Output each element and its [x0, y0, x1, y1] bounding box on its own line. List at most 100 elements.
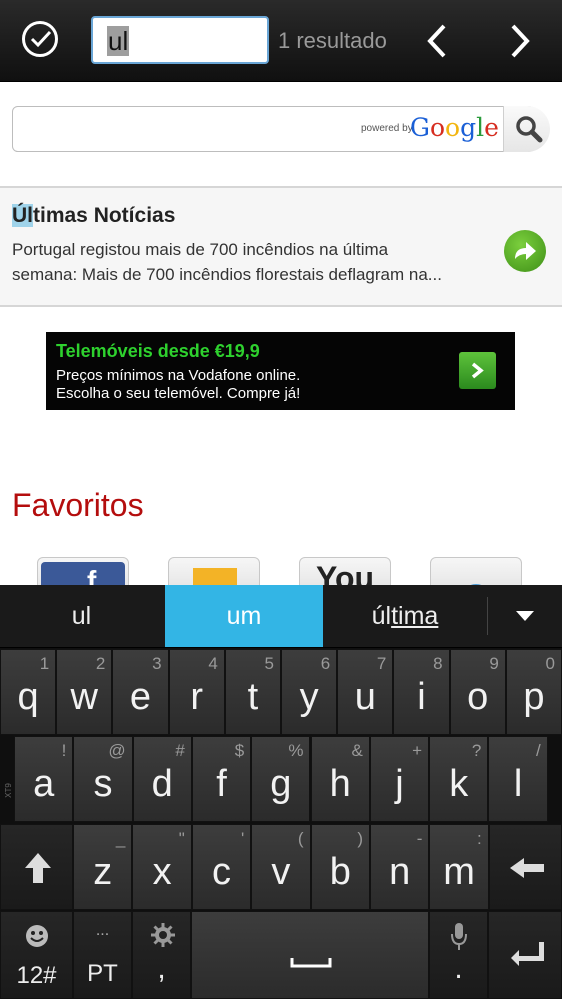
key-label: g: [270, 763, 292, 805]
key-label: q: [17, 676, 39, 718]
xt9-indicator: XT9: [0, 736, 14, 822]
suggestion-1[interactable]: ul: [0, 585, 163, 647]
key-label: m: [443, 851, 475, 893]
find-result-count: 1 resultado: [278, 28, 387, 53]
find-input[interactable]: ul: [91, 16, 269, 64]
ad-line-2: Escolha o seu telemóvel. Compre já!: [56, 385, 301, 402]
key-secondary-label: _: [115, 829, 126, 848]
key-label: s: [93, 763, 113, 805]
key-t[interactable]: 5t: [224, 649, 281, 735]
key-j[interactable]: + j: [369, 736, 430, 822]
key-label: f: [216, 763, 227, 805]
suggestion-expand-button[interactable]: [488, 585, 562, 647]
suggestion-3[interactable]: última: [325, 585, 485, 647]
key-v[interactable]: (v: [251, 824, 311, 910]
key-label: c: [211, 851, 231, 893]
keyboard-row-3: _ z " x ' c(v) b - n: m: [0, 824, 562, 910]
vodafone-ad-banner[interactable]: Telemóveis desde €19,9 Preços mínimos na…: [46, 332, 515, 410]
key-secondary-label: &: [351, 741, 363, 760]
backspace-arrow-icon: [510, 858, 544, 878]
period-key[interactable]: .: [429, 911, 488, 999]
news-block[interactable]: Últimas Notícias Portugal registou mais …: [0, 186, 562, 307]
ad-title: Telemóveis desde €19,9: [56, 341, 260, 361]
suggestion-3-prefix: úl: [371, 602, 392, 630]
enter-key[interactable]: [488, 911, 562, 999]
key-k[interactable]: ? k: [429, 736, 489, 822]
language-key[interactable]: ... PT: [73, 911, 132, 999]
key-label: l: [513, 763, 523, 805]
chevron-right-icon: [471, 362, 484, 379]
key-m[interactable]: :m: [429, 824, 489, 910]
keyboard-row-1: 1q2w3e4r5t6y7u8i9o0p: [0, 649, 562, 735]
triangle-down-icon: [516, 611, 534, 621]
key-secondary-label: -: [416, 829, 423, 848]
key-q[interactable]: 1q: [0, 649, 57, 735]
suggestion-bar: ul um última: [0, 585, 562, 648]
keyboard-row-2: ! a @ s # d $ f% g & h + j? k / l: [0, 736, 562, 822]
chevron-left-icon[interactable]: [422, 22, 456, 60]
key-e[interactable]: 3e: [112, 649, 169, 735]
key-z[interactable]: _ z: [73, 824, 133, 910]
key-label: z: [93, 851, 113, 893]
numbers-key[interactable]: 12#: [0, 911, 73, 999]
ad-arrow-button[interactable]: [459, 352, 496, 389]
search-button[interactable]: [503, 106, 550, 152]
key-w[interactable]: 2w: [56, 649, 113, 735]
key-h[interactable]: & h: [310, 736, 370, 822]
suggestion-2[interactable]: um: [165, 585, 323, 647]
shift-key[interactable]: [0, 824, 73, 910]
key-label: t: [247, 676, 259, 718]
smiley-icon: [26, 925, 48, 947]
key-label: v: [271, 851, 291, 893]
favorites-heading: Favoritos: [12, 487, 144, 523]
key-label: e: [129, 676, 152, 718]
key-n[interactable]: -n: [370, 824, 430, 910]
key-label: x: [152, 851, 172, 893]
key-secondary-label: ?: [471, 741, 482, 760]
key-secondary-label: #: [175, 741, 185, 760]
key-i[interactable]: 8i: [393, 649, 450, 735]
google-search-box[interactable]: powered by Google: [12, 106, 550, 152]
key-secondary-label: ): [357, 829, 363, 848]
space-key[interactable]: [191, 911, 429, 999]
key-secondary-label: ": [178, 829, 185, 848]
key-g[interactable]: % g: [251, 736, 311, 822]
find-highlight: Úl: [12, 204, 33, 227]
key-s[interactable]: @ s: [73, 736, 133, 822]
ad-line-1: Preços mínimos na Vodafone online.: [56, 367, 301, 384]
key-secondary-label: 3: [152, 654, 162, 673]
comma-label: ,: [157, 952, 166, 985]
microphone-icon: [451, 923, 467, 950]
key-d[interactable]: # d: [132, 736, 192, 822]
key-label: a: [33, 763, 55, 805]
key-r[interactable]: 4r: [168, 649, 225, 735]
key-label: n: [389, 851, 411, 893]
key-a[interactable]: ! a: [14, 736, 74, 822]
news-title[interactable]: Últimas Notícias: [12, 204, 175, 228]
key-u[interactable]: 7u: [337, 649, 394, 735]
key-b[interactable]: ) b: [310, 824, 370, 910]
shift-arrow-icon: [25, 853, 51, 883]
key-l[interactable]: / l: [488, 736, 548, 822]
key-secondary-label: 2: [95, 654, 106, 673]
key-secondary-label: 0: [545, 654, 555, 673]
comma-key[interactable]: ,: [132, 911, 191, 999]
onscreen-keyboard: ul um última 1q2w3e4r5t6y7u8i9o0p ! a @ s # d…: [0, 585, 562, 999]
chevron-right-icon[interactable]: [503, 22, 537, 60]
key-f[interactable]: $ f: [191, 736, 252, 822]
key-label: r: [190, 676, 204, 718]
key-p[interactable]: 0p: [505, 649, 562, 735]
key-label: p: [523, 676, 545, 718]
key-secondary-label: !: [61, 741, 67, 760]
backspace-key[interactable]: [489, 824, 562, 910]
key-label: u: [354, 676, 376, 718]
arrow-right-circle-icon[interactable]: [504, 230, 546, 272]
key-secondary-label: 7: [376, 654, 387, 673]
key-y[interactable]: 6y: [281, 649, 338, 735]
google-logo: Google: [410, 113, 499, 142]
find-bar: ul 1 resultado: [0, 0, 562, 82]
key-c[interactable]: ' c: [191, 824, 252, 910]
check-circle-icon[interactable]: [22, 21, 58, 57]
key-x[interactable]: " x: [132, 824, 192, 910]
key-o[interactable]: 9o: [449, 649, 506, 735]
